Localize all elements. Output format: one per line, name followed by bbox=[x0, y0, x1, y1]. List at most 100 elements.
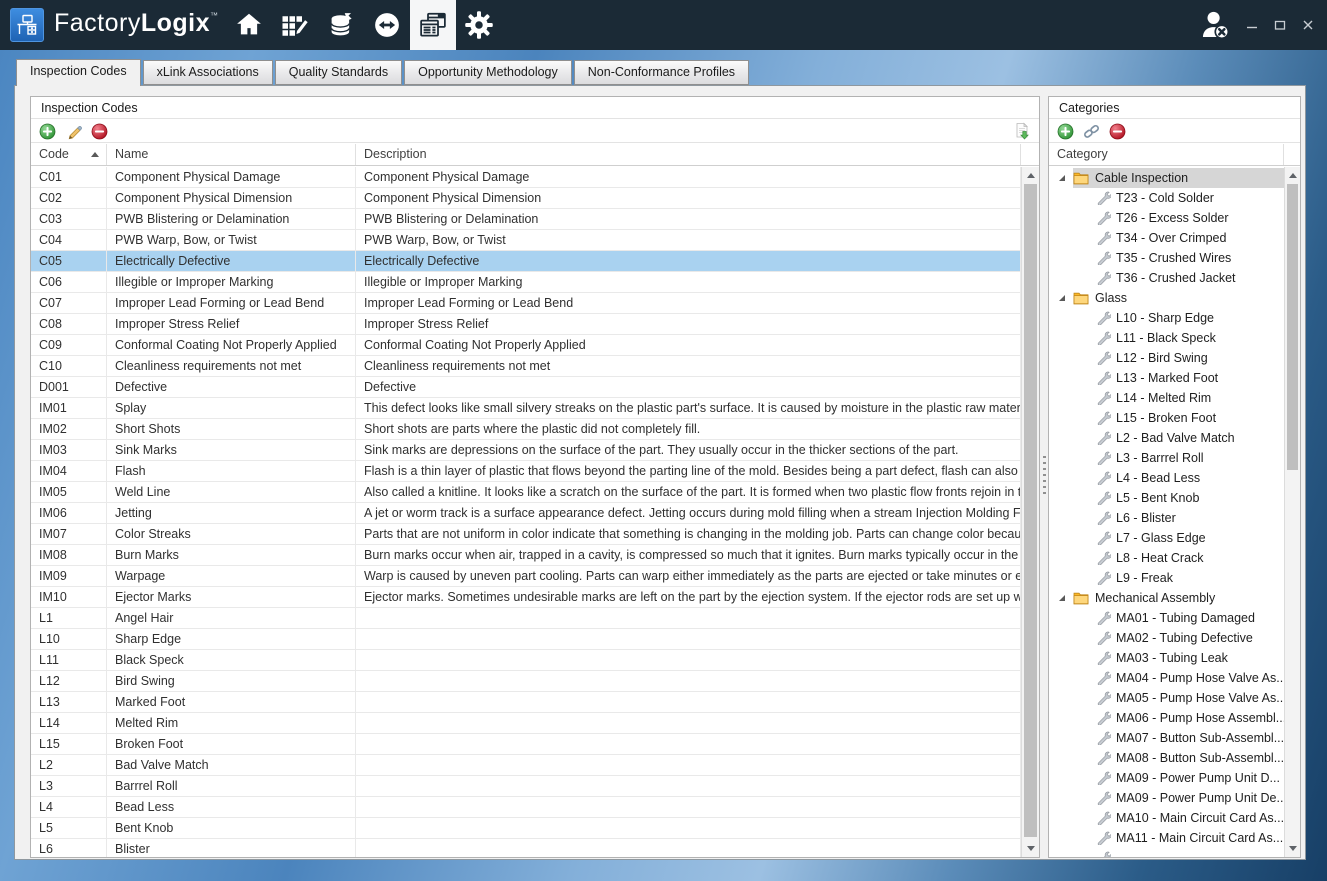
nav-home[interactable] bbox=[226, 0, 272, 50]
nav-materials[interactable] bbox=[318, 0, 364, 50]
nav-documents[interactable] bbox=[410, 0, 456, 50]
close-button[interactable] bbox=[1297, 15, 1319, 35]
table-row[interactable]: C10 Cleanliness requirements not met Cle… bbox=[31, 356, 1021, 377]
table-row[interactable]: IM10 Ejector Marks Ejector marks. Someti… bbox=[31, 587, 1021, 608]
tree-node[interactable]: T35 - Crushed Wires bbox=[1049, 248, 1284, 268]
user-status-button[interactable] bbox=[1195, 3, 1235, 47]
tree-node[interactable]: MA08 - Button Sub-Assembl... bbox=[1049, 748, 1284, 768]
column-header-code[interactable]: Code bbox=[31, 144, 107, 165]
table-row[interactable]: L2 Bad Valve Match bbox=[31, 755, 1021, 776]
tree-node[interactable]: L11 - Black Speck bbox=[1049, 328, 1284, 348]
add-code-button[interactable] bbox=[38, 122, 56, 140]
table-row[interactable]: IM06 Jetting A jet or worm track is a su… bbox=[31, 503, 1021, 524]
table-row[interactable]: C04 PWB Warp, Bow, or Twist PWB Warp, Bo… bbox=[31, 230, 1021, 251]
tree-node[interactable]: L13 - Marked Foot bbox=[1049, 368, 1284, 388]
table-row[interactable]: D001 Defective Defective bbox=[31, 377, 1021, 398]
table-row[interactable]: L13 Marked Foot bbox=[31, 692, 1021, 713]
table-row[interactable]: L6 Blister bbox=[31, 839, 1021, 857]
table-row[interactable]: IM04 Flash Flash is a thin layer of plas… bbox=[31, 461, 1021, 482]
tree-node[interactable]: Cable Inspection bbox=[1049, 168, 1284, 188]
table-row[interactable]: L3 Barrrel Roll bbox=[31, 776, 1021, 797]
scrollbar-thumb[interactable] bbox=[1287, 184, 1298, 470]
table-row[interactable]: IM08 Burn Marks Burn marks occur when ai… bbox=[31, 545, 1021, 566]
tree-node[interactable]: T26 - Excess Solder bbox=[1049, 208, 1284, 228]
table-row[interactable]: L5 Bent Knob bbox=[31, 818, 1021, 839]
table-row[interactable]: C07 Improper Lead Forming or Lead Bend I… bbox=[31, 293, 1021, 314]
tab[interactable]: Inspection Codes bbox=[16, 59, 141, 86]
tree-node[interactable]: L8 - Heat Crack bbox=[1049, 548, 1284, 568]
tree-node[interactable]: Glass bbox=[1049, 288, 1284, 308]
nav-planning[interactable] bbox=[272, 0, 318, 50]
scroll-down-arrow-icon[interactable] bbox=[1285, 840, 1300, 857]
table-row[interactable]: C01 Component Physical Damage Component … bbox=[31, 167, 1021, 188]
column-header-name[interactable]: Name bbox=[107, 144, 356, 165]
table-row[interactable]: C08 Improper Stress Relief Improper Stre… bbox=[31, 314, 1021, 335]
table-row[interactable]: L15 Broken Foot bbox=[31, 734, 1021, 755]
remove-code-button[interactable] bbox=[90, 122, 108, 140]
table-row[interactable]: L1 Angel Hair bbox=[31, 608, 1021, 629]
tree-node[interactable]: L7 - Glass Edge bbox=[1049, 528, 1284, 548]
tree-node[interactable]: L14 - Melted Rim bbox=[1049, 388, 1284, 408]
table-row[interactable]: L12 Bird Swing bbox=[31, 671, 1021, 692]
tree-node[interactable]: L12 - Bird Swing bbox=[1049, 348, 1284, 368]
tree-node[interactable]: MA05 - Pump Hose Valve As... bbox=[1049, 688, 1284, 708]
column-header-description[interactable]: Description bbox=[356, 144, 1021, 165]
table-row[interactable]: C02 Component Physical Dimension Compone… bbox=[31, 188, 1021, 209]
tree-node[interactable]: MA10 - Main Circuit Card As... bbox=[1049, 808, 1284, 828]
table-row[interactable]: C09 Conformal Coating Not Properly Appli… bbox=[31, 335, 1021, 356]
tree-node[interactable]: MA06 - Pump Hose Assembl... bbox=[1049, 708, 1284, 728]
tree-node[interactable]: L2 - Bad Valve Match bbox=[1049, 428, 1284, 448]
tree-node[interactable]: MA01 - Tubing Damaged bbox=[1049, 608, 1284, 628]
expand-arrow-icon[interactable] bbox=[1057, 593, 1067, 603]
tree-node[interactable]: MA09 - Power Pump Unit D... bbox=[1049, 768, 1284, 788]
table-row[interactable]: IM05 Weld Line Also called a knitline. I… bbox=[31, 482, 1021, 503]
link-category-button[interactable] bbox=[1082, 122, 1100, 140]
tree-node[interactable]: MA07 - Button Sub-Assembl... bbox=[1049, 728, 1284, 748]
table-row[interactable]: L4 Bead Less bbox=[31, 797, 1021, 818]
minimize-button[interactable] bbox=[1241, 15, 1263, 35]
tree-node[interactable] bbox=[1049, 848, 1284, 857]
tree-node[interactable]: L9 - Freak bbox=[1049, 568, 1284, 588]
tab[interactable]: Quality Standards bbox=[275, 60, 402, 85]
add-category-button[interactable] bbox=[1056, 122, 1074, 140]
table-row[interactable]: IM09 Warpage Warp is caused by uneven pa… bbox=[31, 566, 1021, 587]
tree-node[interactable]: L15 - Broken Foot bbox=[1049, 408, 1284, 428]
table-row[interactable]: IM03 Sink Marks Sink marks are depressio… bbox=[31, 440, 1021, 461]
panel-splitter[interactable] bbox=[1041, 96, 1048, 858]
tree-node[interactable]: L6 - Blister bbox=[1049, 508, 1284, 528]
nav-settings[interactable] bbox=[456, 0, 502, 50]
tab[interactable]: xLink Associations bbox=[143, 60, 273, 85]
scroll-up-arrow-icon[interactable] bbox=[1022, 167, 1039, 184]
expand-arrow-icon[interactable] bbox=[1057, 173, 1067, 183]
scroll-up-arrow-icon[interactable] bbox=[1285, 167, 1300, 184]
tree-node[interactable]: MA09 - Power Pump Unit De... bbox=[1049, 788, 1284, 808]
table-vertical-scrollbar[interactable] bbox=[1021, 167, 1039, 857]
maximize-button[interactable] bbox=[1269, 15, 1291, 35]
remove-category-button[interactable] bbox=[1108, 122, 1126, 140]
edit-code-button[interactable] bbox=[64, 122, 82, 140]
tree-node[interactable]: T36 - Crushed Jacket bbox=[1049, 268, 1284, 288]
table-row[interactable]: IM07 Color Streaks Parts that are not un… bbox=[31, 524, 1021, 545]
tree-node[interactable]: L3 - Barrrel Roll bbox=[1049, 448, 1284, 468]
tree-node[interactable]: L4 - Bead Less bbox=[1049, 468, 1284, 488]
tab[interactable]: Opportunity Methodology bbox=[404, 60, 572, 85]
table-row[interactable]: C05 Electrically Defective Electrically … bbox=[31, 251, 1021, 272]
export-codes-button[interactable] bbox=[1013, 122, 1031, 140]
tab[interactable]: Non-Conformance Profiles bbox=[574, 60, 749, 85]
tree-node[interactable]: T34 - Over Crimped bbox=[1049, 228, 1284, 248]
tree-node[interactable]: T23 - Cold Solder bbox=[1049, 188, 1284, 208]
table-row[interactable]: IM01 Splay This defect looks like small … bbox=[31, 398, 1021, 419]
table-row[interactable]: L10 Sharp Edge bbox=[31, 629, 1021, 650]
expand-arrow-icon[interactable] bbox=[1057, 293, 1067, 303]
table-row[interactable]: L14 Melted Rim bbox=[31, 713, 1021, 734]
table-row[interactable]: L11 Black Speck bbox=[31, 650, 1021, 671]
tree-node[interactable]: MA04 - Pump Hose Valve As... bbox=[1049, 668, 1284, 688]
tree-node[interactable]: MA03 - Tubing Leak bbox=[1049, 648, 1284, 668]
tree-node[interactable]: MA11 - Main Circuit Card As... bbox=[1049, 828, 1284, 848]
scroll-down-arrow-icon[interactable] bbox=[1022, 840, 1039, 857]
table-row[interactable]: C06 Illegible or Improper Marking Illegi… bbox=[31, 272, 1021, 293]
nav-sync[interactable] bbox=[364, 0, 410, 50]
tree-vertical-scrollbar[interactable] bbox=[1284, 167, 1300, 857]
tree-node[interactable]: L10 - Sharp Edge bbox=[1049, 308, 1284, 328]
tree-node[interactable]: MA02 - Tubing Defective bbox=[1049, 628, 1284, 648]
